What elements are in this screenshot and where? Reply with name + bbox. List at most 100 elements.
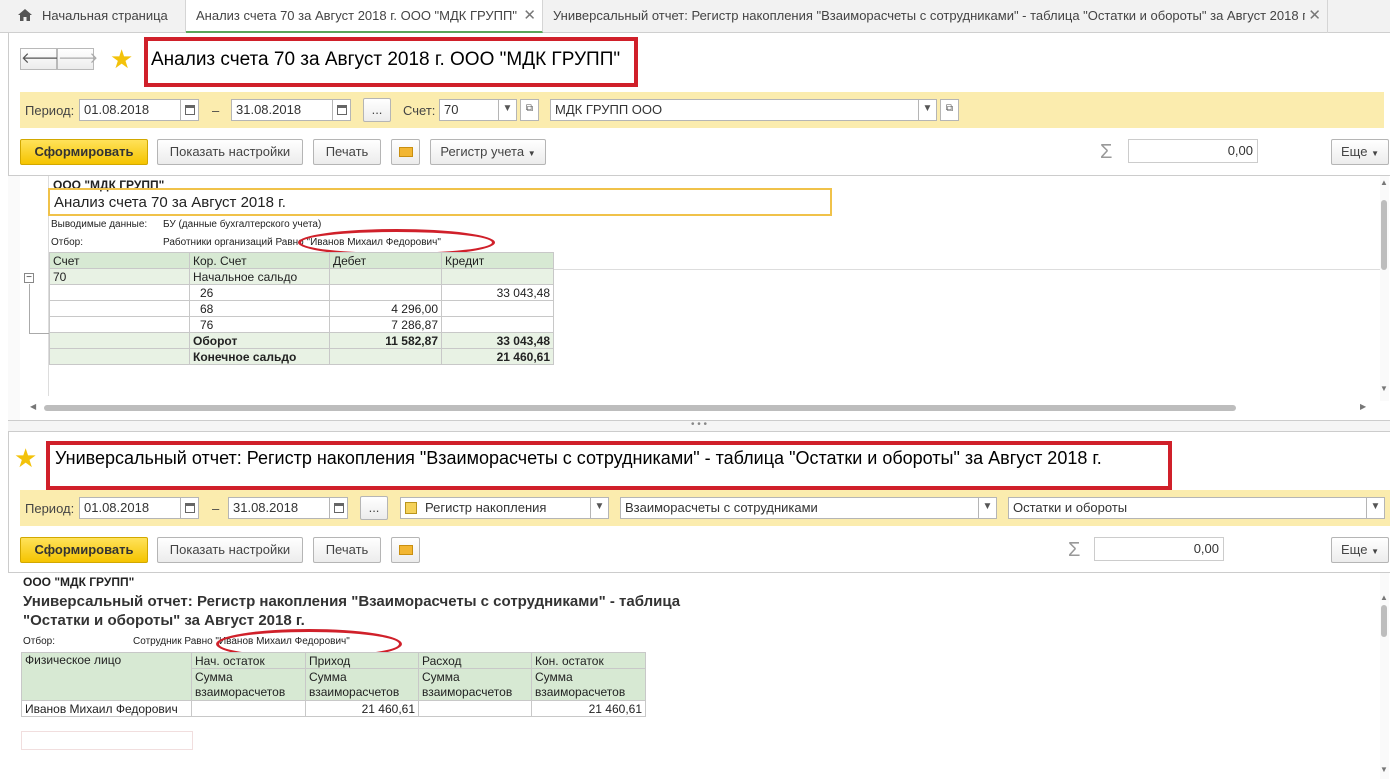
table-header-row: Физическое лицо Нач. остаток Приход Расх…: [21, 652, 646, 701]
sum-icon: Σ: [1068, 539, 1081, 561]
sum-icon: Σ: [1100, 141, 1113, 163]
send-email-button[interactable]: [391, 537, 420, 563]
calendar-icon[interactable]: [180, 497, 199, 519]
table-row: Конечное сальдо 21 460,61: [49, 348, 554, 365]
cell-debit: [329, 268, 442, 285]
calendar-icon[interactable]: [332, 99, 351, 121]
date-from-field[interactable]: 01.08.2018: [79, 99, 181, 121]
tab-universal-report-label: Универсальный отчет: Регистр накопления …: [553, 8, 1305, 23]
cell-credit: [441, 316, 554, 333]
chevron-down-icon[interactable]: ▼: [918, 99, 937, 121]
horizontal-scrollbar[interactable]: ◀ ▶: [30, 402, 1370, 413]
cell-debit: [329, 348, 442, 365]
scroll-down-icon[interactable]: ▼: [1380, 384, 1388, 393]
generate-button[interactable]: Сформировать: [20, 537, 148, 563]
filter-label: Отбор:: [51, 237, 83, 248]
close-icon[interactable]: ✕: [523, 0, 536, 31]
scroll-left-icon[interactable]: ◀: [30, 402, 36, 411]
period-dash: –: [212, 501, 220, 516]
favorite-star-icon[interactable]: ★: [14, 445, 37, 471]
table-header-row: Счет Кор. Счет Дебет Кредит: [49, 252, 554, 269]
more-button[interactable]: Еще ▼: [1331, 139, 1389, 165]
print-button[interactable]: Печать: [313, 139, 381, 165]
account-label: Счет:: [403, 103, 436, 118]
register-icon: [405, 502, 417, 514]
scroll-up-icon[interactable]: ▲: [1380, 178, 1388, 187]
column-header: Кор. Счет: [189, 252, 330, 269]
cell-corr: Конечное сальдо: [189, 348, 330, 365]
date-to-field[interactable]: 31.08.2018: [228, 497, 330, 519]
cell-debit: 11 582,87: [329, 332, 442, 349]
cell-person: Иванов Михаил Федорович: [21, 700, 192, 717]
more-button[interactable]: Еще ▼: [1331, 537, 1389, 563]
chevron-down-icon[interactable]: ▼: [978, 497, 997, 519]
tab-universal-report[interactable]: Универсальный отчет: Регистр накопления …: [543, 0, 1328, 33]
date-from-field[interactable]: 01.08.2018: [79, 497, 181, 519]
cell-credit: 33 043,48: [441, 332, 554, 349]
period-select-button[interactable]: ...: [360, 496, 388, 520]
cell-corr: 26: [189, 284, 330, 301]
cell-account: [49, 316, 190, 333]
chevron-down-icon[interactable]: ▼: [498, 99, 517, 121]
vertical-scrollbar[interactable]: ▲ ▼: [1380, 573, 1389, 779]
tab-home[interactable]: Начальная страница: [8, 0, 186, 33]
account-field[interactable]: 70: [439, 99, 499, 121]
page-title: Универсальный отчет: Регистр накопления …: [55, 448, 1102, 468]
back-button[interactable]: 🡐: [20, 48, 61, 70]
cell-debit: [329, 284, 442, 301]
table-row: 70 Начальное сальдо: [49, 268, 554, 285]
register-type-field[interactable]: Регистр накопления: [400, 497, 592, 519]
chevron-down-icon: ▼: [1371, 547, 1379, 556]
calendar-icon[interactable]: [180, 99, 199, 121]
chevron-down-icon[interactable]: ▼: [1366, 497, 1385, 519]
cell-expense: [418, 700, 532, 717]
open-icon[interactable]: ⧉: [940, 99, 959, 121]
panel-splitter[interactable]: • • •: [8, 420, 1390, 432]
empty-cell-selection[interactable]: [21, 731, 193, 750]
period-select-button[interactable]: ...: [363, 98, 391, 122]
column-header: Нач. остаток: [191, 652, 306, 669]
generate-button[interactable]: Сформировать: [20, 139, 148, 165]
cell-account: [49, 284, 190, 301]
print-button[interactable]: Печать: [313, 537, 381, 563]
register-menu-button[interactable]: Регистр учета ▼: [430, 139, 546, 165]
date-to-field[interactable]: 31.08.2018: [231, 99, 333, 121]
close-icon[interactable]: ✕: [1308, 0, 1321, 32]
chevron-down-icon[interactable]: ▼: [590, 497, 609, 519]
column-subheader: Сумма взаиморасчетов: [191, 668, 306, 701]
vertical-scrollbar[interactable]: ▲ ▼: [1380, 176, 1389, 401]
envelope-icon: [398, 147, 413, 157]
cell-income: 21 460,61: [305, 700, 419, 717]
column-header: Кон. остаток: [531, 652, 646, 669]
show-settings-button[interactable]: Показать настройки: [157, 537, 303, 563]
output-value: БУ (данные бухгалтерского учета): [163, 219, 322, 230]
scroll-thumb[interactable]: [44, 405, 1236, 411]
chevron-down-icon: ▼: [527, 149, 536, 158]
scroll-down-icon[interactable]: ▼: [1380, 765, 1388, 774]
show-settings-button[interactable]: Показать настройки: [157, 139, 303, 165]
scroll-up-icon[interactable]: ▲: [1380, 593, 1388, 602]
favorite-star-icon[interactable]: ★: [110, 46, 133, 72]
calendar-icon[interactable]: [329, 497, 348, 519]
filter-label: Отбор:: [23, 636, 55, 647]
cell-corr: 68: [189, 300, 330, 317]
table-row: Оборот 11 582,87 33 043,48: [49, 332, 554, 349]
universal-report: ООО "МДК ГРУПП" Универсальный отчет: Рег…: [8, 572, 1390, 779]
column-subheader: Сумма взаиморасчетов: [305, 668, 419, 701]
chevron-down-icon: ▼: [1371, 149, 1379, 158]
scroll-thumb[interactable]: [1381, 200, 1387, 270]
scroll-thumb[interactable]: [1381, 605, 1387, 637]
table-name-field[interactable]: Остатки и обороты: [1008, 497, 1368, 519]
tab-account-analysis[interactable]: Анализ счета 70 за Август 2018 г. ООО "М…: [186, 0, 543, 33]
open-icon[interactable]: ⧉: [520, 99, 539, 121]
send-email-button[interactable]: [391, 139, 420, 165]
report-title-line2: "Остатки и обороты" за Август 2018 г.: [23, 612, 305, 629]
scroll-right-icon[interactable]: ▶: [1360, 402, 1366, 411]
register-name-field[interactable]: Взаиморасчеты с сотрудниками: [620, 497, 980, 519]
collapse-icon[interactable]: −: [24, 273, 34, 283]
period-label: Период:: [25, 103, 75, 118]
forward-button[interactable]: 🡒: [57, 48, 98, 70]
cell-account: [49, 300, 190, 317]
table-row: Иванов Михаил Федорович 21 460,61 21 460…: [21, 700, 646, 717]
organization-field[interactable]: МДК ГРУПП ООО: [550, 99, 920, 121]
